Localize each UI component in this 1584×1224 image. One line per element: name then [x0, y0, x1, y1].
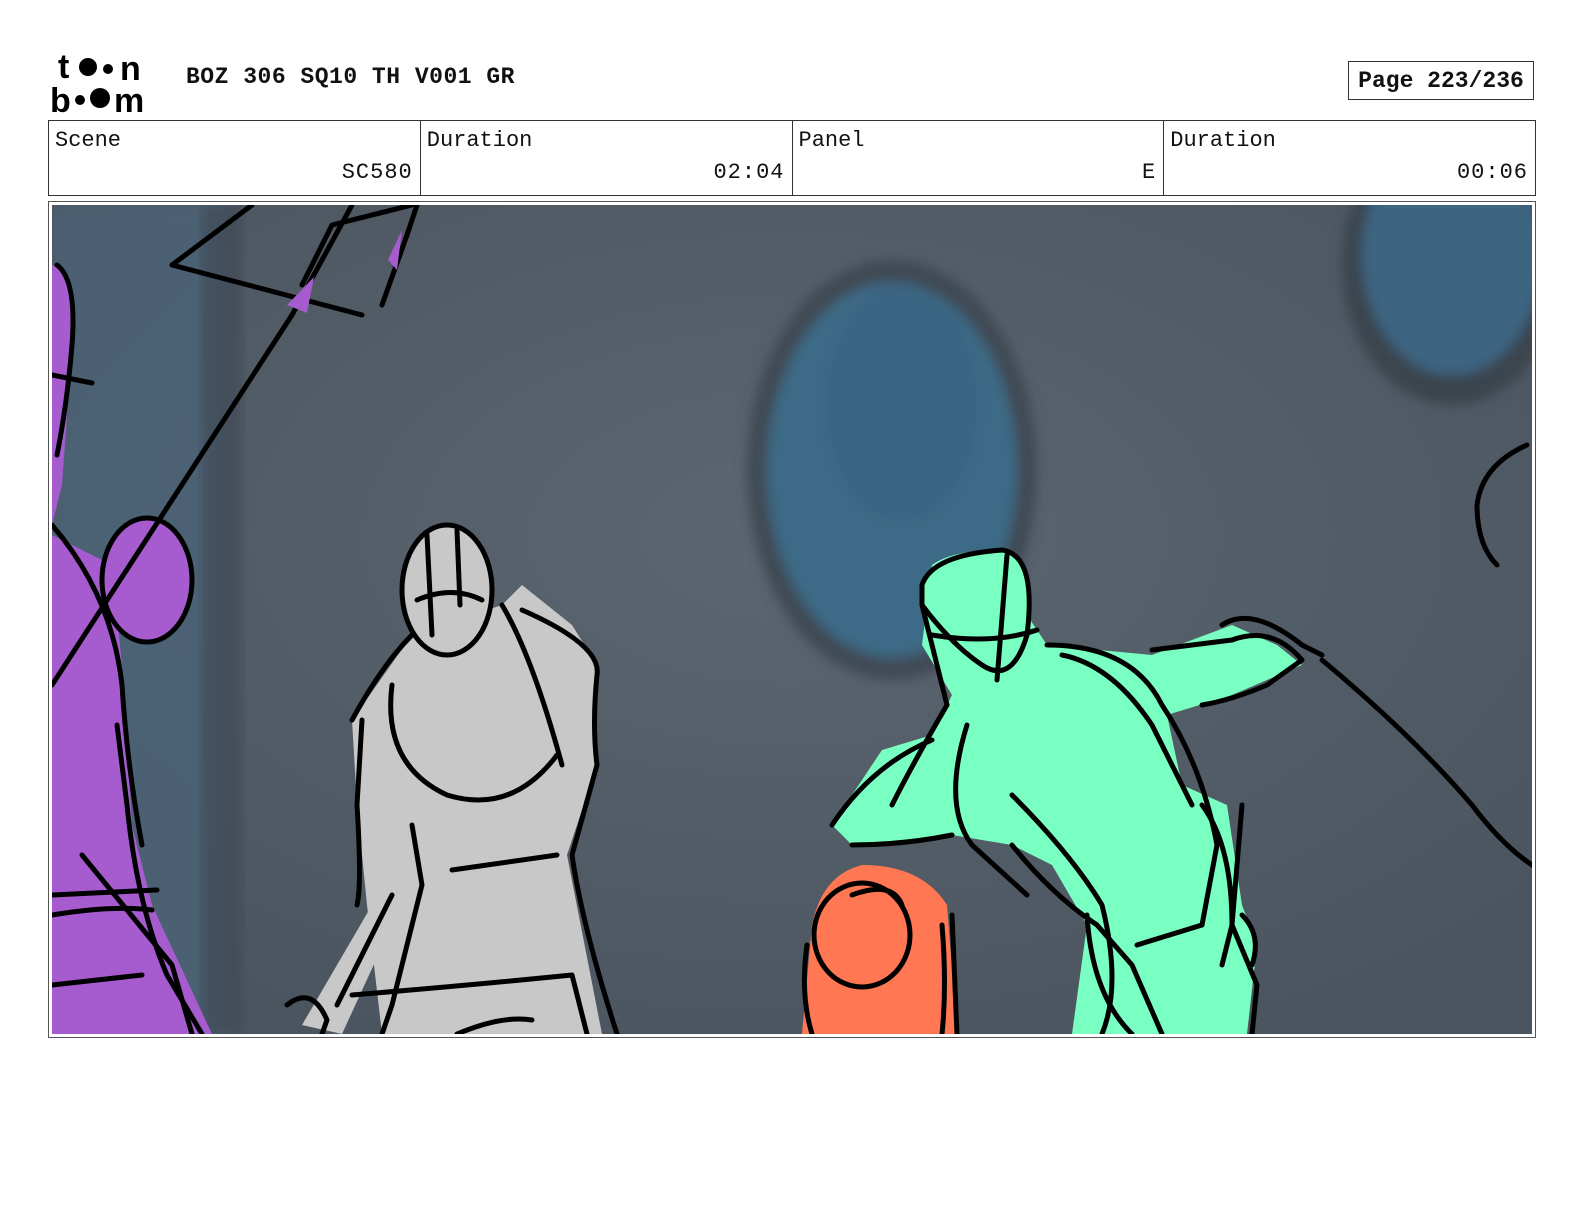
scene-value: SC580	[341, 160, 413, 185]
panel-duration-cell: Duration 00:06	[1164, 121, 1535, 195]
svg-text:b: b	[50, 82, 71, 114]
scene-duration-cell: Duration 02:04	[421, 121, 793, 195]
panel-duration-value: 00:06	[1456, 160, 1528, 185]
svg-text:m: m	[114, 82, 144, 114]
page-number: Page 223/236	[1348, 61, 1534, 100]
scene-info-table: Scene SC580 Duration 02:04 Panel E Durat…	[48, 120, 1536, 196]
panel-duration-label: Duration	[1170, 128, 1276, 153]
project-title: BOZ 306 SQ10 TH V001 GR	[186, 64, 515, 90]
scene-cell: Scene SC580	[49, 121, 421, 195]
panel-value: E	[1142, 160, 1157, 185]
toon-boom-logo: t n b m	[50, 50, 144, 114]
panel-label: Panel	[798, 128, 865, 153]
panel-cell: Panel E	[793, 121, 1165, 195]
svg-text:t: t	[58, 50, 69, 86]
scene-label: Scene	[55, 128, 122, 153]
storyboard-panel-drawing	[52, 205, 1532, 1034]
scene-duration-value: 02:04	[713, 160, 785, 185]
scene-duration-label: Duration	[426, 128, 533, 153]
